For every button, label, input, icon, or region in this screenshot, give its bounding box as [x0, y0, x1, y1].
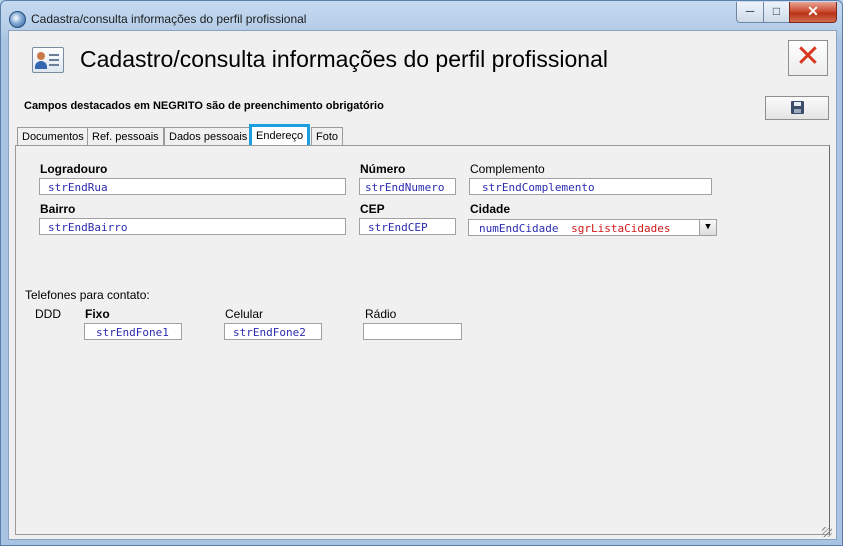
cidade-list-value: sgrListaCidades	[571, 222, 671, 235]
fixo-input[interactable]: strEndFone1	[84, 323, 182, 340]
tab-foto[interactable]: Foto	[311, 127, 344, 145]
logradouro-input[interactable]: strEndRua	[39, 178, 346, 195]
logradouro-label: Logradouro	[40, 162, 108, 176]
ddd-label: DDD	[35, 307, 61, 321]
bairro-input[interactable]: strEndBairro	[39, 218, 346, 235]
required-fields-note: Campos destacados em NEGRITO são de pree…	[24, 100, 384, 112]
numero-label: Número	[360, 162, 406, 176]
close-form-button[interactable]: ✕	[788, 40, 828, 76]
window-close-button[interactable]: ✕	[789, 2, 837, 23]
complemento-label: Complemento	[470, 162, 545, 176]
cidade-label: Cidade	[470, 202, 511, 216]
tab-panel-endereco	[15, 145, 830, 535]
phones-section-label: Telefones para contato:	[25, 288, 150, 302]
tab-documentos[interactable]: Documentos	[17, 127, 89, 145]
complemento-input[interactable]: strEndComplemento	[469, 178, 712, 195]
minimize-button[interactable]: ─	[736, 2, 764, 23]
app-globe-icon	[9, 11, 26, 28]
chevron-down-icon[interactable]: ▼	[699, 220, 716, 235]
radio-input[interactable]	[363, 323, 462, 340]
resize-grip[interactable]	[822, 527, 832, 537]
celular-label: Celular	[225, 307, 264, 321]
cep-input[interactable]: strEndCEP	[359, 218, 456, 235]
bairro-label: Bairro	[40, 202, 76, 216]
window-title: Cadastra/consulta informações do perfil …	[31, 12, 307, 26]
cidade-id-value: numEndCidade	[479, 222, 559, 235]
numero-input[interactable]: strEndNumero	[359, 178, 456, 195]
radio-label: Rádio	[365, 307, 397, 321]
save-button[interactable]	[765, 96, 829, 120]
celular-input[interactable]: strEndFone2	[224, 323, 322, 340]
page-title: Cadastro/consulta informações do perfil …	[80, 46, 608, 72]
maximize-button[interactable]: □	[763, 2, 790, 23]
floppy-disk-icon	[791, 101, 804, 114]
cidade-combobox[interactable]: numEndCidade sgrListaCidades ▼	[468, 219, 717, 236]
tab-dados-pessoais[interactable]: Dados pessoais	[164, 127, 253, 145]
cep-label: CEP	[360, 202, 385, 216]
tab-ref-pessoais[interactable]: Ref. pessoais	[87, 127, 164, 145]
fixo-label: Fixo	[85, 307, 110, 321]
profile-card-icon	[32, 47, 64, 73]
